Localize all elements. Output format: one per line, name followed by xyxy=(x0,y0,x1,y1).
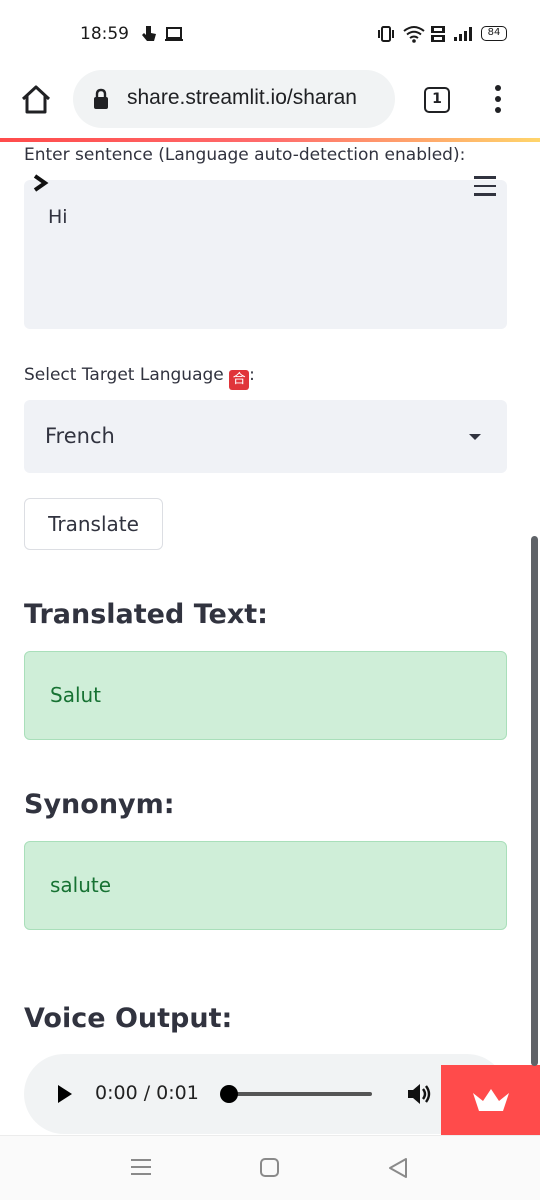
vibrate-icon xyxy=(378,26,394,42)
audio-seek-thumb[interactable] xyxy=(220,1085,238,1103)
translated-value: Salut xyxy=(50,683,102,707)
home-nav-icon[interactable] xyxy=(260,1158,279,1177)
sentence-label: Enter sentence (Language auto-detection … xyxy=(24,145,466,165)
audio-player: 0:00 / 0:01 xyxy=(24,1054,507,1134)
status-bar: 18:59 84 xyxy=(0,0,540,66)
app-menu-icon[interactable] xyxy=(474,176,496,196)
browser-toolbar: share.streamlit.io/sharan 1 xyxy=(0,66,540,136)
address-bar[interactable]: share.streamlit.io/sharan xyxy=(73,70,395,128)
audio-time: 0:00 / 0:01 xyxy=(95,1082,199,1104)
back-icon[interactable] xyxy=(387,1156,409,1180)
target-language-value: French xyxy=(45,424,115,448)
lock-icon xyxy=(94,88,108,109)
voice-output-heading: Voice Output: xyxy=(24,1003,233,1034)
play-icon[interactable] xyxy=(58,1085,72,1103)
crown-icon xyxy=(473,1089,509,1111)
wifi-icon xyxy=(403,26,425,43)
page-scrollbar[interactable] xyxy=(531,536,538,1066)
volte-icon xyxy=(431,26,445,42)
audio-seek-bar[interactable] xyxy=(230,1092,372,1096)
chevron-down-icon xyxy=(469,434,481,440)
language-emoji-icon: 合 xyxy=(229,370,250,390)
translated-heading: Translated Text: xyxy=(24,599,268,630)
sentence-input-value: Hi xyxy=(48,206,68,228)
status-time: 18:59 xyxy=(80,24,129,44)
signal-icon xyxy=(454,27,472,41)
target-language-label-colon: : xyxy=(249,365,255,385)
sidebar-expand-icon[interactable] xyxy=(32,174,50,192)
translated-result-box: Salut xyxy=(24,651,507,740)
url-text: share.streamlit.io/sharan xyxy=(127,86,357,109)
system-nav-bar xyxy=(0,1135,540,1200)
home-icon[interactable] xyxy=(20,84,52,116)
battery-icon: 84 xyxy=(481,26,507,41)
sentence-input[interactable]: Hi xyxy=(24,180,507,329)
cast-icon xyxy=(165,27,183,41)
synonym-result-box: salute xyxy=(24,841,507,930)
synonym-value: salute xyxy=(50,873,112,897)
touch-icon xyxy=(142,26,156,41)
streamlit-badge[interactable] xyxy=(441,1065,540,1135)
target-language-label: Select Target Language 合: xyxy=(24,365,255,390)
target-language-select[interactable]: French xyxy=(24,400,507,473)
translate-button[interactable]: Translate xyxy=(24,498,163,550)
tab-switcher-button[interactable]: 1 xyxy=(424,87,450,113)
target-language-label-text: Select Target Language xyxy=(24,365,224,385)
synonym-heading: Synonym: xyxy=(24,789,175,820)
streamlit-decoration-bar xyxy=(0,138,540,142)
browser-menu-icon[interactable] xyxy=(490,85,506,115)
recents-icon[interactable] xyxy=(131,1159,151,1180)
volume-icon[interactable] xyxy=(406,1081,434,1107)
